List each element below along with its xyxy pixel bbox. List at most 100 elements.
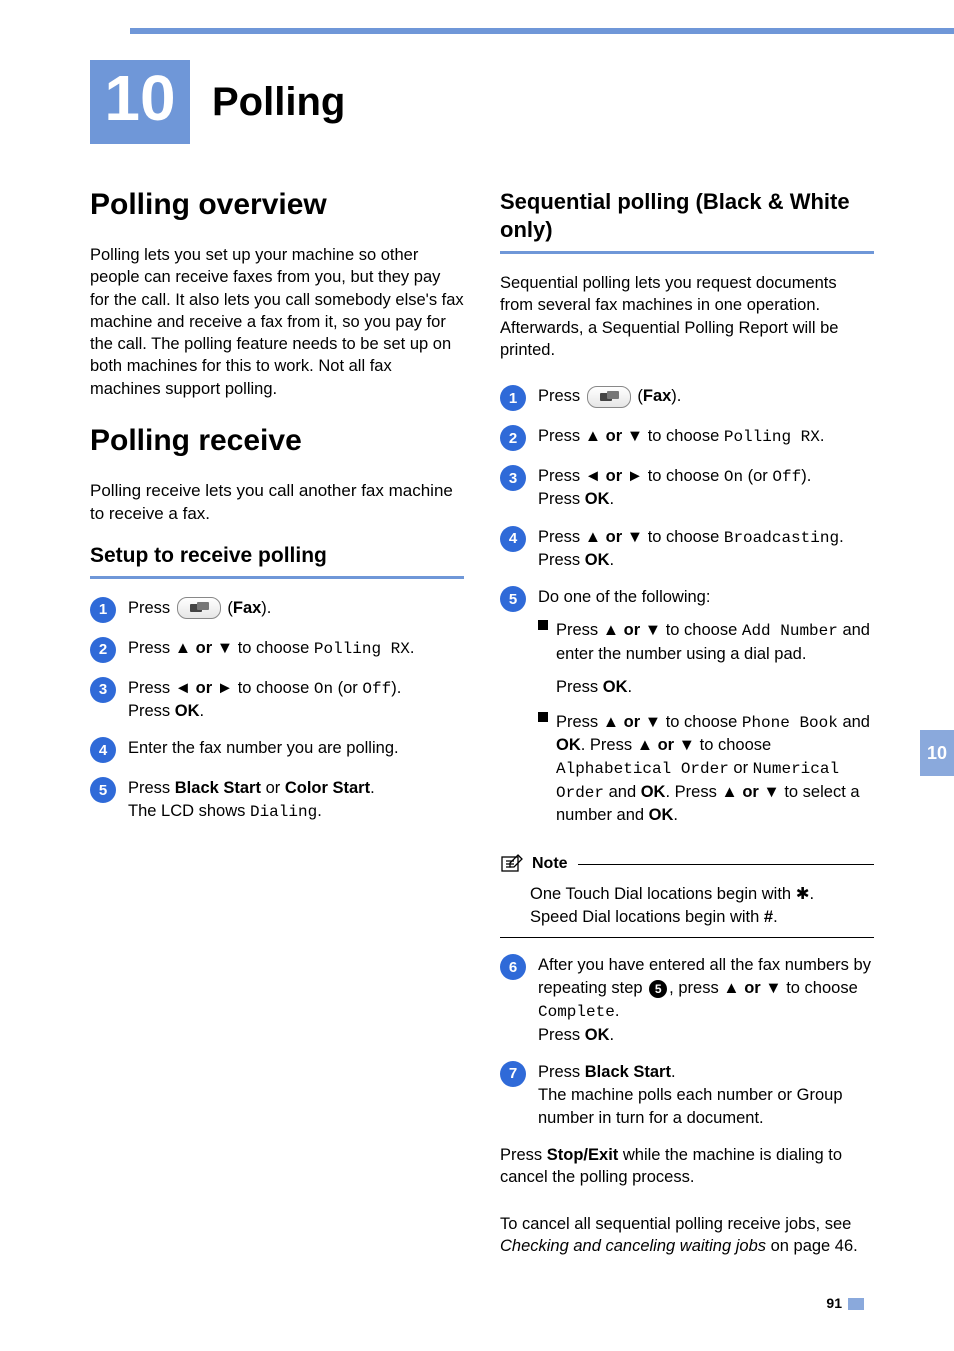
text: OK <box>603 678 628 696</box>
text: Press <box>538 1063 585 1081</box>
square-bullet-icon <box>538 712 548 722</box>
text: ). <box>671 387 681 405</box>
list-item: 4 Enter the fax number you are polling. <box>90 737 464 763</box>
subheading-rule <box>500 251 874 254</box>
text: . <box>317 802 322 820</box>
menu-option: Off <box>362 680 391 698</box>
chapter-number: 10 <box>90 60 190 144</box>
step-text: Press Black Start. The machine polls eac… <box>538 1061 874 1130</box>
text: The LCD shows <box>128 802 250 820</box>
step-number-bullet: 1 <box>90 597 116 623</box>
text: to choose <box>643 467 724 485</box>
cancel-all-paragraph: To cancel all sequential polling receive… <box>500 1213 874 1258</box>
step-number-bullet: 5 <box>90 777 116 803</box>
text: Press <box>556 713 603 731</box>
arrow-icons: ▲ or ▼ <box>585 427 643 445</box>
text: OK <box>175 702 200 720</box>
menu-option: Polling RX <box>724 428 820 446</box>
text: Do one of the following: <box>538 588 710 606</box>
text: OK <box>649 806 674 824</box>
text: or <box>729 759 753 777</box>
text: and <box>838 713 870 731</box>
arrow-icons: ▲ or ▼ <box>721 783 779 801</box>
text: . <box>773 908 778 926</box>
step-number-bullet: 4 <box>500 526 526 552</box>
step-text: Press ◄ or ► to choose On (or Off). Pres… <box>128 677 464 723</box>
text: Press <box>538 387 585 405</box>
page-side-tab: 10 <box>920 730 954 776</box>
arrow-icons: ◄ or ► <box>585 467 643 485</box>
left-column: Polling overview Polling lets you set up… <box>90 188 464 1281</box>
step-reference-bullet: 5 <box>649 980 667 998</box>
menu-option: Off <box>772 468 801 486</box>
text: Press <box>128 779 175 797</box>
step-text: After you have entered all the fax numbe… <box>538 954 874 1047</box>
fax-button-icon <box>177 597 221 619</box>
note-body: One Touch Dial locations begin with ✱. S… <box>500 875 874 937</box>
text: to choose <box>695 736 771 754</box>
text: to choose <box>661 621 742 639</box>
text: Black Start <box>175 779 261 797</box>
text: Press <box>128 639 175 657</box>
menu-option: Add Number <box>742 622 838 640</box>
note-block: Note One Touch Dial locations begin with… <box>500 853 874 938</box>
right-column: Sequential polling (Black & White only) … <box>500 188 874 1281</box>
cross-reference: Checking and canceling waiting jobs <box>500 1237 766 1255</box>
arrow-icons: ▲ or ▼ <box>603 713 661 731</box>
step-text: Press ▲ or ▼ to choose Polling RX. <box>128 637 464 663</box>
text: Stop/Exit <box>547 1146 619 1164</box>
text: Press <box>538 427 585 445</box>
arrow-icons: ▲ or ▼ <box>585 528 643 546</box>
text: Press <box>538 467 585 485</box>
text: The machine polls each number or Group n… <box>538 1086 843 1127</box>
text: to choose <box>643 427 724 445</box>
text: Press <box>128 599 175 617</box>
arrow-icons: ▲ or ▼ <box>723 979 781 997</box>
step-text: Press (Fax). <box>538 385 874 411</box>
text: . Press <box>581 736 637 754</box>
text: . <box>671 1063 676 1081</box>
text: OK <box>585 551 610 569</box>
list-item: 2 Press ▲ or ▼ to choose Polling RX. <box>90 637 464 663</box>
step-text: Press ▲ or ▼ to choose Broadcasting. Pre… <box>538 526 874 572</box>
menu-option: Alphabetical Order <box>556 760 729 778</box>
text: Press <box>500 1146 547 1164</box>
text: . <box>200 702 205 720</box>
list-item: 3 Press ◄ or ► to choose On (or Off). Pr… <box>90 677 464 723</box>
text: or <box>261 779 285 797</box>
text: to choose <box>661 713 742 731</box>
step-text: Press Black Start or Color Start. The LC… <box>128 777 464 823</box>
list-item: 6 After you have entered all the fax num… <box>500 954 874 1047</box>
subheading-setup: Setup to receive polling <box>90 544 464 568</box>
text: ). <box>391 679 401 697</box>
step-number-bullet: 6 <box>500 954 526 980</box>
step-number-bullet: 4 <box>90 737 116 763</box>
text: Fax <box>233 599 261 617</box>
asterisk-symbol: ✱ <box>796 885 810 903</box>
text: Press <box>128 679 175 697</box>
list-item: 1 Press (Fax). <box>90 597 464 623</box>
text: . <box>610 1026 615 1044</box>
text: to choose <box>643 528 724 546</box>
text: ). <box>261 599 271 617</box>
menu-option: Complete <box>538 1003 615 1021</box>
text: Fax <box>643 387 671 405</box>
step-number-bullet: 2 <box>500 425 526 451</box>
page-number: 91 <box>826 1295 864 1311</box>
setup-steps-list: 1 Press (Fax). 2 Press ▲ or ▼ to choose … <box>90 597 464 824</box>
receive-paragraph: Polling receive lets you call another fa… <box>90 480 464 526</box>
text: To cancel all sequential polling receive… <box>500 1215 851 1233</box>
note-rule <box>500 937 874 938</box>
text: OK <box>641 783 666 801</box>
step-number-bullet: 5 <box>500 586 526 612</box>
text: . <box>610 490 615 508</box>
text: One Touch Dial locations begin with <box>530 885 796 903</box>
sub-list-item: Press ▲ or ▼ to choose Phone Book and OK… <box>538 711 874 827</box>
chapter-header: 10 Polling <box>90 60 874 144</box>
step-number-bullet: 7 <box>500 1061 526 1087</box>
overview-paragraph: Polling lets you set up your machine so … <box>90 244 464 400</box>
text: and <box>604 783 641 801</box>
text: . <box>370 779 375 797</box>
text: Press <box>128 702 175 720</box>
list-item: 5 Do one of the following: Press ▲ or ▼ … <box>500 586 874 839</box>
